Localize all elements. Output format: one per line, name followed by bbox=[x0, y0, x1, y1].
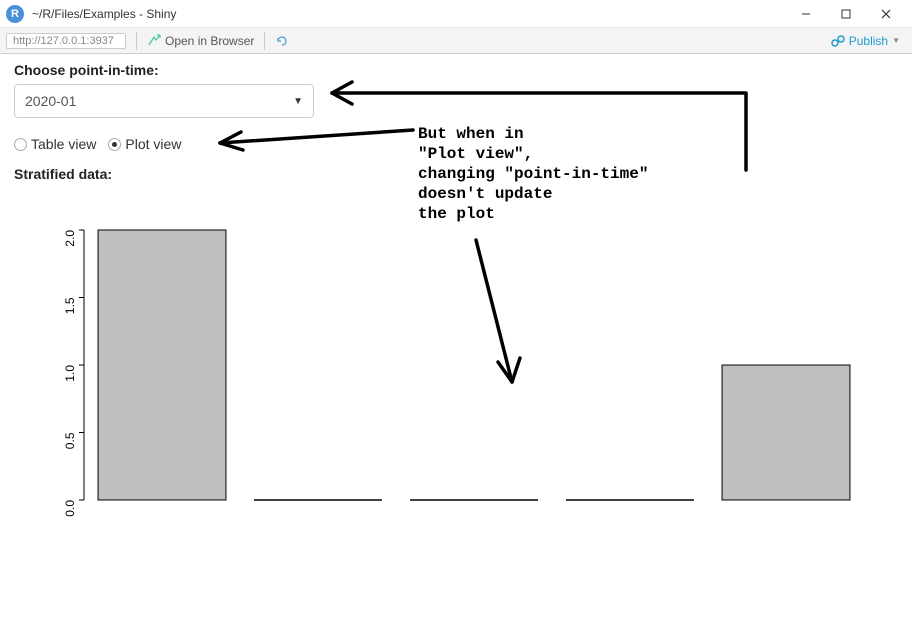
point-in-time-select[interactable]: 2020-01 ▼ bbox=[14, 84, 314, 118]
close-icon bbox=[881, 9, 891, 19]
window-title: ~/R/Files/Examples - Shiny bbox=[32, 7, 786, 21]
svg-text:0.5: 0.5 bbox=[63, 432, 77, 449]
radio-plot-label: Plot view bbox=[125, 136, 181, 152]
maximize-icon bbox=[841, 9, 851, 19]
radio-plot-view[interactable]: Plot view bbox=[108, 136, 181, 152]
stratified-label: Stratified data: bbox=[14, 166, 898, 182]
content-area: Choose point-in-time: 2020-01 ▼ Table vi… bbox=[0, 54, 912, 540]
app-icon: R bbox=[6, 5, 24, 23]
radio-icon bbox=[108, 138, 121, 151]
choose-label: Choose point-in-time: bbox=[14, 62, 898, 78]
radio-icon bbox=[14, 138, 27, 151]
select-value: 2020-01 bbox=[25, 93, 76, 109]
titlebar: R ~/R/Files/Examples - Shiny bbox=[0, 0, 912, 28]
radio-table-view[interactable]: Table view bbox=[14, 136, 96, 152]
maximize-button[interactable] bbox=[826, 0, 866, 28]
svg-text:2.0: 2.0 bbox=[63, 230, 77, 247]
close-button[interactable] bbox=[866, 0, 906, 28]
svg-text:1.5: 1.5 bbox=[63, 297, 77, 314]
chevron-down-icon: ▼ bbox=[293, 96, 303, 107]
publish-button[interactable]: Publish ▼ bbox=[825, 34, 906, 48]
url-field[interactable]: http://127.0.0.1:3937 bbox=[6, 33, 126, 49]
radio-table-label: Table view bbox=[31, 136, 96, 152]
open-in-browser-button[interactable]: Open in Browser bbox=[141, 30, 260, 52]
separator bbox=[136, 32, 137, 50]
separator bbox=[264, 32, 265, 50]
open-in-browser-label: Open in Browser bbox=[165, 34, 254, 48]
publish-label: Publish bbox=[849, 34, 888, 48]
svg-text:1.0: 1.0 bbox=[63, 365, 77, 382]
plot-area: 0.0 0.5 1.0 1.5 2.0 bbox=[14, 200, 884, 540]
view-radio-group: Table view Plot view bbox=[14, 136, 898, 152]
browser-icon bbox=[147, 34, 161, 48]
refresh-button[interactable] bbox=[269, 30, 295, 52]
publish-icon bbox=[831, 34, 845, 48]
minimize-button[interactable] bbox=[786, 0, 826, 28]
toolbar: http://127.0.0.1:3937 Open in Browser Pu… bbox=[0, 28, 912, 54]
svg-text:0.0: 0.0 bbox=[63, 500, 77, 517]
chevron-down-icon: ▼ bbox=[892, 36, 900, 45]
minimize-icon bbox=[801, 9, 811, 19]
bar-chart: 0.0 0.5 1.0 1.5 2.0 bbox=[14, 200, 884, 540]
refresh-icon bbox=[275, 34, 289, 48]
